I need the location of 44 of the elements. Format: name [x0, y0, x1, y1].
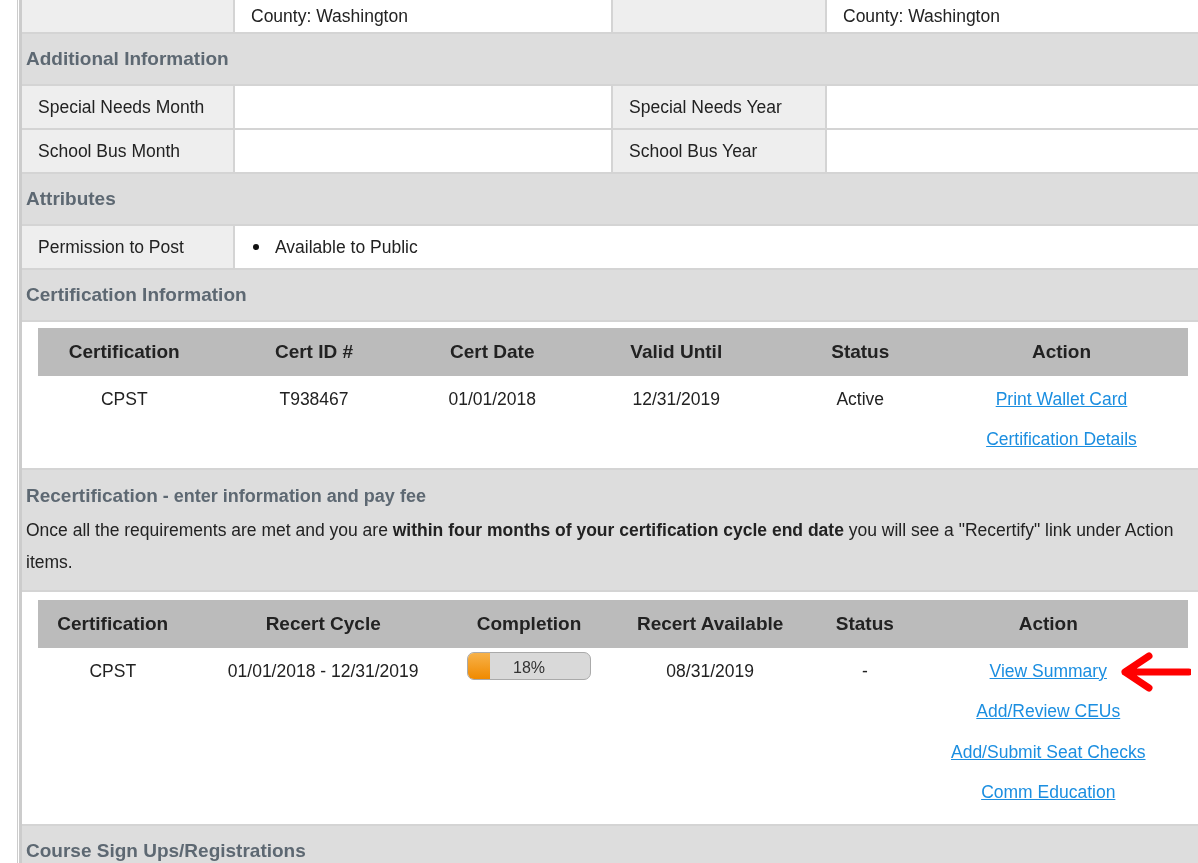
field-label: School Bus Year: [629, 139, 758, 163]
table-cell: Active: [785, 376, 935, 458]
action-link[interactable]: Certification Details: [986, 429, 1137, 450]
column-header: Action: [935, 328, 1188, 376]
county-value: County: Washington: [251, 4, 408, 28]
column-header: Status: [821, 600, 909, 648]
table-cell: 12/31/2019: [567, 376, 786, 458]
column-header: Recert Available: [599, 600, 822, 648]
table-cell: -: [821, 648, 909, 810]
table-cell: CPST: [38, 376, 211, 458]
action-link[interactable]: Add/Submit Seat Checks: [951, 741, 1146, 762]
column-header: Action: [908, 600, 1188, 648]
action-link[interactable]: Add/Review CEUs: [976, 701, 1121, 722]
field-label: Special Needs Month: [38, 95, 205, 119]
field-label: School Bus Month: [38, 139, 181, 163]
column-header: Cert Date: [417, 328, 567, 376]
section-title: Recertification: [26, 484, 158, 506]
column-header: Cert ID #: [210, 328, 418, 376]
section-title: Additional Information: [26, 46, 229, 71]
action-link[interactable]: View Summary: [989, 661, 1107, 681]
action-link[interactable]: Comm Education: [981, 781, 1116, 802]
progress-reading: 18%: [512, 658, 547, 678]
table-cell: 01/01/2018: [417, 376, 567, 458]
section-title: Certification Information: [26, 282, 247, 307]
column-header: Recert Cycle: [187, 600, 459, 648]
field-label: Special Needs Year: [629, 95, 782, 119]
section-title: Attributes: [26, 186, 116, 211]
column-header: Certification: [38, 600, 188, 648]
column-header: Certification: [38, 328, 211, 376]
county-value: County: Washington: [843, 4, 1000, 28]
table-cell: 01/01/2018 - 12/31/2019: [187, 648, 459, 810]
instruction-text: Once all the requirements are met and you are within four months of your certification cycle end date you will see a "Recertify" link under Action items.: [26, 519, 1175, 574]
attribute-value: Available to Public: [275, 235, 418, 259]
table-cell: 08/31/2019: [599, 648, 822, 810]
table-cell: T938467: [210, 376, 418, 458]
bullet-icon: [253, 244, 259, 250]
column-header: Status: [785, 328, 935, 376]
field-label: Permission to Post: [38, 235, 184, 259]
section-title: Course Sign Ups/Registrations: [26, 838, 306, 863]
action-link[interactable]: Print Wallet Card: [995, 389, 1128, 409]
column-header: Valid Until: [567, 328, 786, 376]
column-header: Completion: [458, 600, 600, 648]
table-cell: CPST: [38, 648, 188, 810]
section-subtitle: - enter information and pay fee: [162, 485, 426, 506]
